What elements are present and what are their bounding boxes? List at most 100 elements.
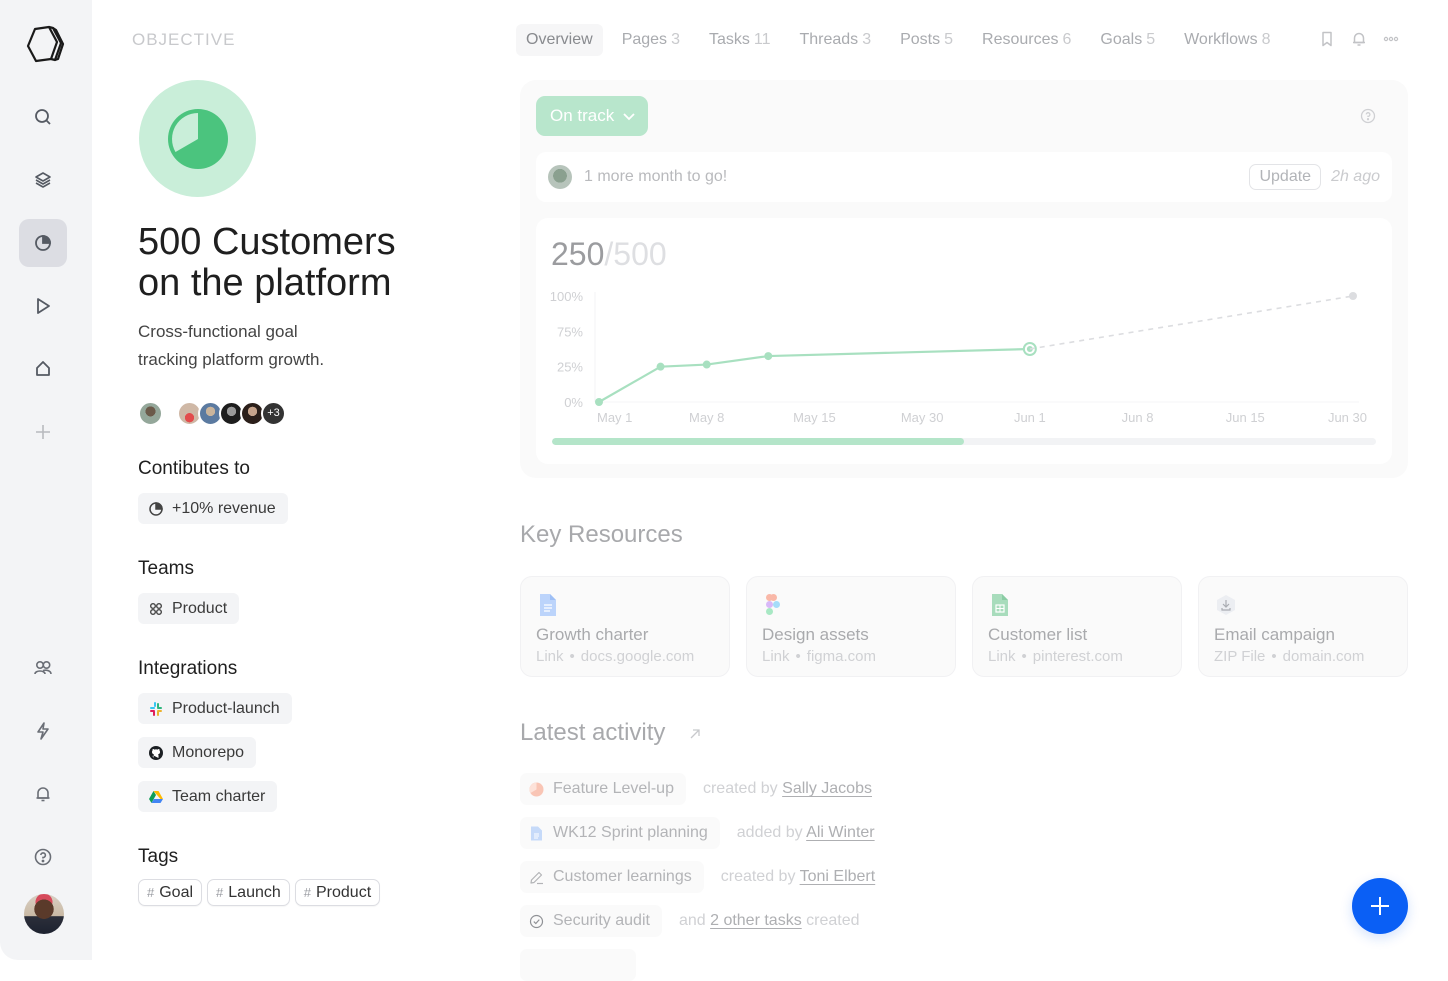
slack-icon — [150, 701, 162, 716]
activity-chip[interactable]: Feature Level-up — [520, 773, 686, 805]
activity-user-link[interactable]: Sally Jacobs — [782, 780, 872, 797]
download-icon — [1217, 595, 1235, 615]
activity-verb: added by — [736, 824, 803, 841]
more-members-badge[interactable]: +3 — [261, 400, 286, 426]
latest-activity-title: Latest activity — [520, 719, 666, 746]
tab-count: 8 — [1261, 31, 1271, 48]
tab-pages[interactable]: Pages 3 — [612, 24, 690, 56]
integration-chip[interactable]: Team charter — [138, 781, 278, 812]
hash-icon: # — [216, 885, 224, 900]
tab-label: Goals — [1100, 31, 1143, 48]
sidebar-item-help[interactable] — [19, 833, 67, 881]
resource-meta: Link • docs.google.com — [536, 648, 695, 665]
tab-count: 6 — [1062, 31, 1072, 48]
user-avatar[interactable] — [24, 894, 64, 934]
x-tick-label: May 8 — [689, 410, 724, 425]
activity-chip[interactable]: Customer learnings — [520, 861, 704, 893]
layers-icon — [35, 172, 51, 188]
activity-title: Customer learnings — [553, 868, 692, 885]
tab-goals[interactable]: Goals 5 — [1090, 24, 1165, 56]
github-icon — [149, 745, 163, 760]
sidebar-item-people[interactable] — [19, 644, 67, 692]
latest-activity-heading: Latest activity — [520, 719, 702, 747]
more-icon[interactable] — [1382, 30, 1400, 48]
sidebar-item-layers[interactable] — [19, 156, 67, 204]
x-tick-label: May 1 — [597, 410, 632, 425]
target-point — [1349, 292, 1357, 300]
activity-chip[interactable]: Security audit — [520, 905, 662, 937]
tag-goal[interactable]: # Goal — [138, 879, 203, 906]
progress-panel: On track 1 more month to go! Update 2h a… — [520, 80, 1408, 478]
resource-meta: Link • pinterest.com — [988, 648, 1123, 665]
activity-item: Security audit and 2 other tasks created — [520, 905, 860, 937]
owner-avatar[interactable] — [138, 400, 163, 426]
resource-card[interactable]: Growth charter Link • docs.google.com — [520, 576, 730, 677]
google-sheets-icon — [992, 594, 1008, 616]
chevron-down-icon — [623, 113, 635, 121]
x-tick-label: Jun 1 — [1014, 410, 1046, 425]
sidebar-item-home[interactable] — [19, 345, 67, 393]
bell-icon[interactable] — [1350, 30, 1368, 48]
tag-product[interactable]: # Product — [294, 879, 381, 906]
pie-chart-icon — [35, 235, 51, 251]
activity-chip[interactable] — [520, 949, 636, 981]
team-chip[interactable]: Product — [138, 593, 240, 624]
resource-card[interactable]: Email campaign ZIP File • domain.com — [1198, 576, 1408, 677]
x-tick-label: Jun 30 — [1328, 410, 1367, 425]
tag-list: # Goal # Launch # Product — [138, 879, 381, 906]
update-button[interactable]: Update — [1249, 164, 1322, 190]
tag-launch[interactable]: # Launch — [207, 879, 290, 906]
resource-name: Email campaign — [1214, 625, 1335, 644]
tab-overview[interactable]: Overview — [516, 24, 603, 56]
activity-chip[interactable]: WK12 Sprint planning — [520, 817, 720, 849]
data-point — [702, 360, 711, 369]
external-link-icon[interactable] — [688, 727, 702, 741]
tab-tasks[interactable]: Tasks 11 — [699, 24, 781, 56]
status-label: On track — [550, 106, 615, 125]
help-icon[interactable] — [1360, 108, 1376, 124]
tab-workflows[interactable]: Workflows 8 — [1174, 24, 1280, 56]
integration-chip[interactable]: Product-launch — [138, 693, 292, 724]
sidebar-item-add[interactable] — [19, 408, 67, 456]
activity-text: added by Ali Winter — [737, 824, 875, 842]
status-dropdown[interactable]: On track — [536, 96, 649, 136]
activity-item — [520, 949, 636, 981]
tag-label: Goal — [159, 883, 194, 901]
tab-bar: Overview Pages 3 Tasks 11 Threads 3 Posts 5 … — [516, 24, 1290, 56]
activity-title: Feature Level-up — [553, 780, 674, 797]
teams-heading: Teams — [138, 558, 194, 579]
resource-card[interactable]: Customer list Link • pinterest.com — [972, 576, 1182, 677]
resource-type: Link — [762, 648, 790, 665]
tab-posts[interactable]: Posts 5 — [890, 24, 963, 56]
tag-label: Launch — [228, 883, 281, 901]
resource-card[interactable]: Design assets Link • figma.com — [746, 576, 956, 677]
integration-chip[interactable]: Monorepo — [138, 737, 257, 768]
resource-name: Design assets — [762, 625, 869, 644]
tag-label: Product — [316, 883, 372, 901]
activity-verb: created by — [720, 868, 796, 885]
sidebar-item-automations[interactable] — [19, 707, 67, 755]
tab-threads[interactable]: Threads 3 — [789, 24, 881, 56]
y-tick-label: 0% — [564, 395, 583, 410]
tab-resources[interactable]: Resources 6 — [972, 24, 1081, 56]
activity-text: created by Sally Jacobs — [703, 780, 872, 798]
bookmark-icon[interactable] — [1318, 30, 1336, 48]
sidebar-item-search[interactable] — [19, 93, 67, 141]
update-author-avatar[interactable] — [548, 165, 572, 189]
tags-heading: Tags — [138, 846, 179, 867]
lightning-icon — [37, 722, 49, 740]
create-button[interactable] — [1352, 878, 1408, 934]
activity-user-link[interactable]: 2 other tasks — [710, 912, 802, 929]
google-docs-icon — [540, 594, 556, 616]
sidebar-item-play[interactable] — [19, 282, 67, 330]
sidebar-item-goals[interactable] — [19, 219, 67, 267]
sidebar-item-notifications[interactable] — [19, 770, 67, 818]
objective-details: OBJECTIVE 500 Customers on the platform … — [92, 0, 502, 960]
team-label: Product — [172, 599, 228, 617]
app-logo[interactable] — [22, 22, 66, 66]
contributes-label: +10% revenue — [172, 499, 276, 517]
contributes-chip[interactable]: +10% revenue — [138, 493, 288, 524]
play-icon — [37, 298, 50, 314]
activity-user-link[interactable]: Toni Elbert — [800, 868, 876, 885]
activity-user-link[interactable]: Ali Winter — [806, 824, 874, 841]
